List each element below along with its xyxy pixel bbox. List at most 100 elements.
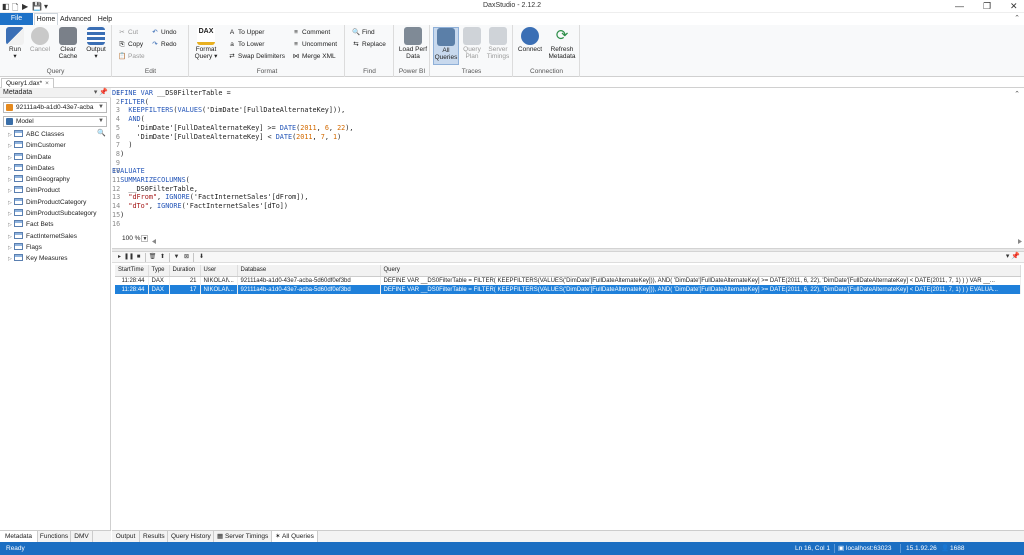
tree-item[interactable]: ▷ Fact Bets [0,219,111,230]
column-header[interactable]: User [200,265,238,277]
column-header[interactable]: Duration [169,265,201,277]
copy-icon: ⎘ [119,41,125,48]
refresh-metadata-button[interactable]: ⟳ Refresh Metadata [546,27,578,60]
export-icon[interactable]: ⬇ [197,253,206,262]
column-header[interactable]: Query [380,265,1021,277]
document-tab[interactable]: Query1.dax* × [1,78,54,88]
tab-home[interactable]: Home [34,13,58,25]
server-timings-button[interactable]: Server Timings [485,27,511,60]
run-icon [6,27,24,45]
tab-help[interactable]: Help [94,13,116,25]
find-group-label: Find [363,68,376,75]
table-tree: 🔍 ▷ ABC Classes ▷ DimCustomer ▷ DimDate ▷ Di… [0,129,111,265]
tree-item[interactable]: ▷ DimProductCategory [0,197,111,208]
tree-item[interactable]: ▷ DimGeography [0,174,111,185]
trace-start-icon[interactable]: ▸ [115,253,124,262]
collapse-icon[interactable]: ⌃ [1014,90,1020,98]
column-header[interactable]: Database [237,265,381,277]
table-row[interactable]: 11:28:44 DAX 21 NIKOLAI\... 92111a4b-a1d… [115,276,1021,285]
tree-item[interactable]: ▷ DimProductSubcategory [0,208,111,219]
table-icon [14,130,23,137]
file-menu[interactable]: File [0,13,33,25]
horizontal-scrollbar[interactable] [152,239,1022,244]
to-upper-button[interactable]: A To Upper [228,28,265,38]
filter-icon[interactable]: ▼ [172,253,181,262]
code-text[interactable]: DEFINE VAR __DS0FilterTable = FILTER( KE… [112,89,353,220]
tree-item[interactable]: ▷ Flags [0,242,111,253]
replace-icon: ⇆ [353,41,359,48]
traces-group: All Queries Query Plan Server Timings Tr… [431,25,513,77]
clear-icon[interactable]: 🗑 [148,253,157,262]
load-perf-data-icon [404,27,422,45]
column-header[interactable]: Type [148,265,170,277]
undo-icon: ↶ [152,29,158,36]
query-editor[interactable]: 1 2 3 4 5 6 7 8 9 10 11 12 13 14 15 16 D… [112,88,1024,248]
to-lower-button[interactable]: a To Lower [228,40,264,50]
database-select[interactable]: 92111a4b-a1d0-43e7-acba ▼ [3,102,107,113]
clear-filter-icon[interactable]: ⊠ [182,253,191,262]
database-cell: 92111a4b-a1d0-43e7-acba-5d60df0ef3bd [237,285,381,294]
tree-item[interactable]: ▷ FactInternetSales [0,231,111,242]
pause-icon[interactable]: ❚❚ [124,253,134,262]
load-perf-data-button[interactable]: Load Perf Data [398,27,428,60]
collapse-ribbon-icon[interactable]: ⌃ [1014,14,1020,22]
all-queries-button[interactable]: All Queries [433,27,459,65]
replace-button[interactable]: ⇆ Replace [352,40,386,50]
clear-cache-button[interactable]: Clear Cache [55,27,81,60]
query-cell: DEFINE VAR __DS0FilterTable = FILTER( KE… [380,276,1021,285]
chevron-down-icon: ▼ [98,118,104,124]
cut-button[interactable]: ✂ Cut [118,28,138,38]
uncomment-button[interactable]: ≡ Uncomment [292,40,337,50]
comment-button[interactable]: ≡ Comment [292,28,330,38]
menu-tabs: File Home Advanced Help ⌃ [0,13,1024,25]
run-button[interactable]: Run ▾ [4,27,26,60]
zoom-control[interactable]: 100 % ▼ [122,235,149,242]
column-header[interactable]: StartTime [115,265,149,277]
pin-icon[interactable]: ▾ 📌 [1006,252,1020,260]
scissors-icon: ✂ [119,29,125,36]
tree-item[interactable]: ▷ DimCustomer [0,140,111,151]
format-query-button[interactable]: DAX Format Query ▾ [193,27,219,60]
swap-delimiters-button[interactable]: ⇄ Swap Delimiters [228,52,285,62]
tab-advanced[interactable]: Advanced [59,13,92,25]
cancel-button[interactable]: Cancel [28,27,52,53]
copy-all-icon[interactable]: ⬆ [158,253,167,262]
output-button[interactable]: Output ▾ [83,27,109,60]
tree-item[interactable]: ▷ DimDate [0,152,111,163]
close-tab-icon[interactable]: × [45,80,49,87]
title-bar: ◧ 🗋 ▶ 💾 ▾ DaxStudio - 2.12.2 — ❐ ✕ [0,0,1024,13]
find-button[interactable]: 🔍 Find [352,28,375,38]
traces-group-label: Traces [461,68,482,75]
user-cell: NIKOLAI\... [200,276,238,285]
undo-button[interactable]: ↶ Undo [151,28,176,38]
query-group-label: Query [46,68,65,75]
tree-item[interactable]: ▷ Key Measures [0,253,111,264]
query-plan-button[interactable]: Query Plan [461,27,483,60]
tree-item[interactable]: ▷ DimDates [0,163,111,174]
connect-button[interactable]: Connect [517,27,543,53]
document-tabs: Query1.dax* × [0,77,1024,88]
close-icon[interactable]: ✕ [1010,1,1018,12]
tree-item[interactable]: ▷ DimProduct [0,185,111,196]
server-timings-icon [489,27,507,45]
format-group: DAX Format Query ▾ A To Upper a To Lower ⇄… [190,25,345,77]
pin-icon[interactable]: ▾ 📌 [94,88,108,98]
database-cell: 92111a4b-a1d0-43e7-acba-5d60df0ef3bd [237,276,381,285]
stop-icon[interactable]: ■ [134,253,143,262]
table-icon [14,220,23,228]
minimize-icon[interactable]: — [955,1,964,11]
redo-button[interactable]: ↷ Redo [151,40,176,50]
merge-xml-button[interactable]: ⋈ Merge XML [292,52,336,62]
copy-button[interactable]: ⎘ Copy [118,40,143,50]
table-row[interactable]: 11:28:44 DAX 17 NIKOLAI\... 92111a4b-a1d… [115,285,1021,294]
tree-item[interactable]: ▷ ABC Classes [0,129,111,140]
all-queries-icon [437,28,455,46]
duration-cell: 21 [169,276,201,285]
table-icon [14,163,23,171]
maximize-icon[interactable]: ❐ [983,1,991,12]
model-select[interactable]: Model ▼ [3,116,107,127]
chevron-down-icon[interactable]: ▼ [141,235,149,242]
paste-button[interactable]: 📋 Paste [118,52,145,62]
status-bar: Ready Ln 16, Col 1 ▣ localhost:63023 15.… [0,542,1024,555]
results-tabs: Output Results Query History ▦ Server Ti… [112,530,1024,543]
